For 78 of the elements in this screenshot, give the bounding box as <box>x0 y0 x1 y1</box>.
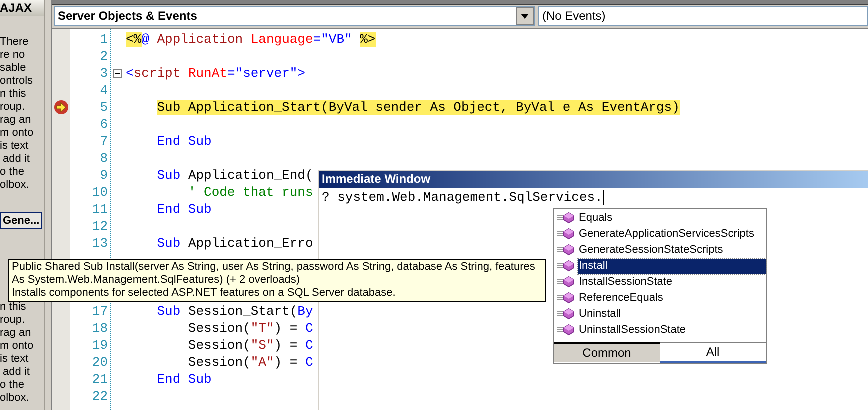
method-icon <box>556 260 576 272</box>
completion-item[interactable]: Equals <box>578 210 766 226</box>
line-number: 7 <box>100 133 109 150</box>
events-dropdown[interactable]: (No Events) <box>538 6 868 26</box>
line-number: 2 <box>100 48 109 65</box>
code-line: Session("T") = C <box>187 320 314 337</box>
toolbox-text-line: re no <box>0 49 26 62</box>
line-number: 11 <box>92 201 109 218</box>
line-number: 10 <box>92 184 109 201</box>
line-number: 17 <box>92 303 109 320</box>
completion-item[interactable]: Install <box>578 258 766 274</box>
toolbox-text-line: olbox. <box>0 179 30 192</box>
code-line: Sub Application_Erro <box>156 235 314 252</box>
list-tab[interactable]: Common <box>554 342 660 362</box>
toolbox-text-line: olbox. <box>0 392 30 405</box>
line-number: 4 <box>100 82 109 99</box>
code-line: ' Code that runs <box>187 184 314 201</box>
completion-item[interactable]: GenerateSessionStateScripts <box>578 242 766 258</box>
list-tab[interactable]: All <box>660 342 766 363</box>
toolbox-text-line: add it <box>2 153 31 166</box>
code-line: <script RunAt="server"> <box>125 65 306 82</box>
line-number: 5 <box>100 99 109 116</box>
toolbox-text-line: rag an <box>0 327 32 340</box>
completion-item[interactable]: Uninstall <box>578 306 766 322</box>
code-line: Session("S") = C <box>187 337 314 354</box>
tooltip-description: Installs components for selected ASP.NET features on a SQL Server database. <box>12 287 397 300</box>
method-icon <box>556 292 576 304</box>
toolbox-text-line: o the <box>0 166 26 179</box>
collapse-icon[interactable] <box>112 69 122 78</box>
toolbox-text-line: n this <box>0 301 28 314</box>
method-icon <box>556 308 576 320</box>
toolbox-text-line: m onto <box>0 340 35 353</box>
completion-item[interactable]: ReferenceEquals <box>578 290 766 306</box>
immediate-input[interactable]: ? system.Web.Management.SqlServices. <box>322 189 603 206</box>
line-number: 1 <box>100 31 109 48</box>
toolbox-text-line: is text <box>0 140 30 153</box>
code-line: End Sub <box>156 201 212 218</box>
line-number: 18 <box>92 320 109 337</box>
toolbox-text-line: m onto <box>0 127 35 140</box>
line-number: 19 <box>92 337 109 354</box>
line-number: 8 <box>100 150 109 167</box>
code-line: Sub Session_Start(By <box>156 303 314 320</box>
line-number: 12 <box>92 218 109 235</box>
line-number: 13 <box>92 235 109 252</box>
toolbox-text-line: roup. <box>0 101 26 114</box>
line-number: 3 <box>100 65 109 82</box>
line-number: 9 <box>100 167 109 184</box>
code-line: End Sub <box>156 133 212 150</box>
toolbox-text-line: roup. <box>0 314 26 327</box>
line-number: 6 <box>100 116 109 133</box>
toolbox-text-line: add it <box>2 366 31 379</box>
toolbox-text-line: There <box>0 36 30 49</box>
code-line: End Sub <box>156 371 212 388</box>
code-line: Sub Application_End( <box>156 167 314 184</box>
objects-dropdown[interactable]: Server Objects & Events <box>54 6 536 26</box>
generate-button[interactable]: Gene... <box>0 212 42 229</box>
method-icon <box>556 276 576 288</box>
method-icon <box>556 212 576 224</box>
line-number: 20 <box>92 354 109 371</box>
toolbox-header: AJAX <box>0 0 44 16</box>
toolbox-text-line: rag an <box>0 114 32 127</box>
toolbox-text-line: n this <box>0 88 28 101</box>
method-icon <box>556 244 576 256</box>
method-icon <box>556 228 576 240</box>
window-title: Immediate Window <box>319 171 868 188</box>
method-icon <box>556 324 576 336</box>
completion-item[interactable]: UninstallSessionState <box>578 322 766 338</box>
line-number: 22 <box>92 388 109 405</box>
code-line: Session("A") = C <box>187 354 314 371</box>
toolbox-text-line: is text <box>0 353 30 366</box>
text-caret <box>602 190 604 205</box>
line-number: 21 <box>92 371 109 388</box>
toolbox-text-line: o the <box>0 379 26 392</box>
toolbox-text-line: ontrols <box>0 75 34 88</box>
completion-item[interactable]: GenerateApplicationServicesScripts <box>578 226 766 242</box>
completion-item[interactable]: InstallSessionState <box>578 274 766 290</box>
tooltip-signature: Public Shared Sub Install(server As String, user As String, password As String, database As String, features As System.Web.Management.SqlFeatures) (+ 2 overloads) <box>12 261 536 287</box>
toolbox-text-line: sable <box>0 62 28 75</box>
